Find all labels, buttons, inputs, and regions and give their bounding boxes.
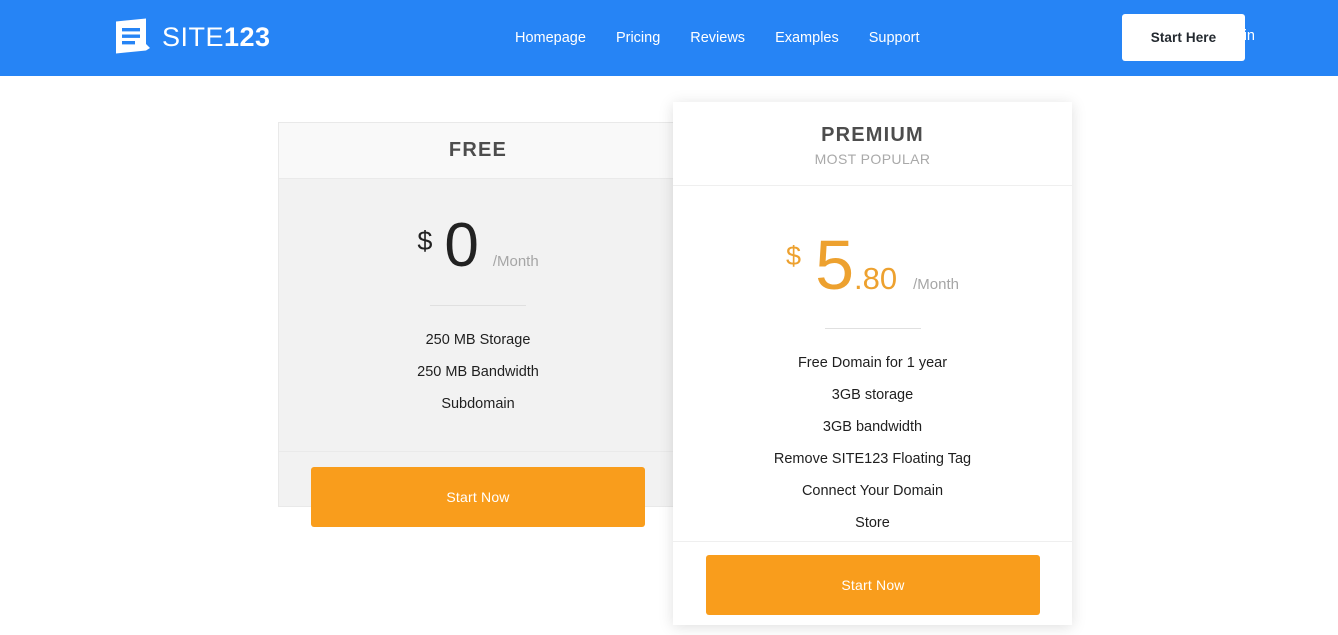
main-navigation: Homepage Pricing Reviews Examples Suppor…	[515, 28, 950, 48]
list-item: Free Domain for 1 year	[673, 347, 1072, 379]
start-now-button-premium[interactable]: Start Now	[706, 555, 1040, 615]
feature-list-free: 250 MB Storage 250 MB Bandwidth Subdomai…	[214, 324, 742, 420]
plan-title-premium: PREMIUM	[821, 122, 924, 148]
list-item: Remove SITE123 Floating Tag	[673, 443, 1072, 475]
list-item: 250 MB Storage	[214, 324, 742, 356]
list-item: Connect Your Domain	[673, 475, 1072, 507]
price-cents-premium: .80	[854, 263, 897, 294]
price-free: $ 0 /Month	[214, 179, 742, 277]
price-divider-premium	[825, 328, 921, 329]
nav-item-support[interactable]: Support	[869, 28, 950, 48]
list-item: 3GB bandwidth	[673, 411, 1072, 443]
start-now-button-free[interactable]: Start Now	[311, 467, 645, 527]
currency-symbol-free: $	[417, 228, 432, 255]
price-period-free: /Month	[493, 253, 539, 270]
list-item: Store	[673, 507, 1072, 539]
nav-item-examples[interactable]: Examples	[775, 28, 869, 48]
feature-list-premium: Free Domain for 1 year 3GB storage 3GB b…	[673, 347, 1072, 539]
currency-symbol-premium: $	[786, 243, 801, 270]
site-header: SITE123 Homepage Pricing Reviews Example…	[0, 0, 1338, 76]
nav-item-pricing[interactable]: Pricing	[616, 28, 690, 48]
nav-item-reviews[interactable]: Reviews	[690, 28, 775, 48]
list-item: 250 MB Bandwidth	[214, 356, 742, 388]
price-period-premium: /Month	[913, 276, 959, 293]
plan-title-free: FREE	[449, 139, 507, 162]
price-amount-premium: 5	[815, 230, 854, 300]
site-logo[interactable]: SITE123	[113, 17, 271, 57]
price-premium: $ 5 .80 /Month	[673, 186, 1072, 300]
list-item: Subdomain	[214, 388, 742, 420]
pricing-card-premium-footer: Start Now	[673, 541, 1072, 625]
pricing-card-premium: PREMIUM MOST POPULAR $ 5 .80 /Month Free…	[673, 102, 1072, 625]
document-lines-icon	[113, 17, 151, 57]
price-amount-free: 0	[444, 215, 478, 277]
pricing-card-premium-body: $ 5 .80 /Month Free Domain for 1 year 3G…	[673, 186, 1072, 541]
plan-subtitle-premium: MOST POPULAR	[815, 148, 931, 170]
logo-text-bold: 123	[224, 22, 271, 52]
nav-item-homepage[interactable]: Homepage	[515, 28, 616, 48]
logo-wordmark: SITE123	[162, 24, 271, 51]
start-here-button[interactable]: Start Here	[1122, 14, 1245, 61]
list-item: 3GB storage	[673, 379, 1072, 411]
pricing-section: FREE $ 0 /Month 250 MB Storage 250 MB Ba…	[0, 76, 1338, 635]
pricing-card-premium-header: PREMIUM MOST POPULAR	[673, 102, 1072, 186]
price-divider-free	[430, 305, 526, 306]
logo-text-light: SITE	[162, 22, 224, 52]
